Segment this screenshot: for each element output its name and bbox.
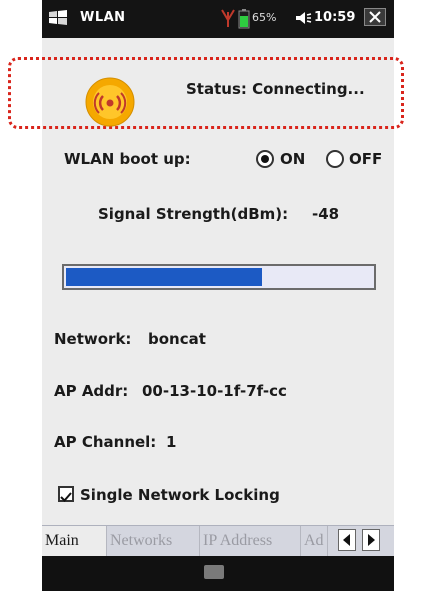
boot-label: WLAN boot up: (64, 150, 191, 168)
boot-on-label[interactable]: ON (280, 150, 305, 168)
ap-channel-label: AP Channel: (54, 433, 157, 451)
clock[interactable]: 10:59 (314, 10, 355, 25)
windows-start-icon[interactable] (48, 9, 70, 31)
boot-off-label[interactable]: OFF (349, 150, 382, 168)
signal-strength-label: Signal Strength(dBm): (98, 205, 289, 223)
keyboard-icon[interactable] (204, 565, 224, 579)
status-text: Status: Connecting... (186, 80, 365, 98)
bottom-bar (42, 556, 394, 591)
tab-bar: Main Networks IP Address Ad (42, 525, 394, 556)
network-label: Network: (54, 330, 132, 348)
signal-strength-value: -48 (312, 205, 340, 223)
battery-icon (238, 9, 250, 33)
single-lock-label[interactable]: Single Network Locking (80, 486, 280, 504)
tab-ip-address[interactable]: IP Address (200, 526, 301, 556)
signal-strength-bar (62, 264, 376, 290)
signal-icon (219, 8, 237, 32)
battery-percent: 65% (252, 11, 277, 24)
ap-addr-label: AP Addr: (54, 382, 129, 400)
arrow-left-icon (343, 534, 350, 546)
signal-strength-fill (66, 268, 262, 286)
app-title: WLAN (80, 10, 126, 25)
tab-advanced[interactable]: Ad (301, 526, 328, 556)
close-icon[interactable] (364, 8, 386, 26)
volume-icon[interactable] (294, 9, 312, 31)
checkmark-icon (60, 492, 72, 502)
ap-channel-value: 1 (166, 433, 177, 451)
arrow-right-icon (368, 534, 375, 546)
tab-scroll-left-button[interactable] (338, 529, 356, 551)
network-value: boncat (148, 330, 206, 348)
boot-on-radio[interactable] (256, 150, 274, 168)
tab-main[interactable]: Main (42, 526, 107, 556)
status-bar: WLAN 65% 10:59 (42, 0, 394, 38)
device-screen: WLAN 65% 10:59 Status: Connecting... WLA… (8, 0, 404, 591)
boot-off-radio[interactable] (326, 150, 344, 168)
wifi-icon (84, 76, 136, 132)
single-lock-checkbox[interactable] (58, 486, 74, 502)
tab-scroll-right-button[interactable] (362, 529, 380, 551)
ap-addr-value: 00-13-10-1f-7f-cc (142, 382, 287, 400)
tab-networks[interactable]: Networks (107, 526, 200, 556)
